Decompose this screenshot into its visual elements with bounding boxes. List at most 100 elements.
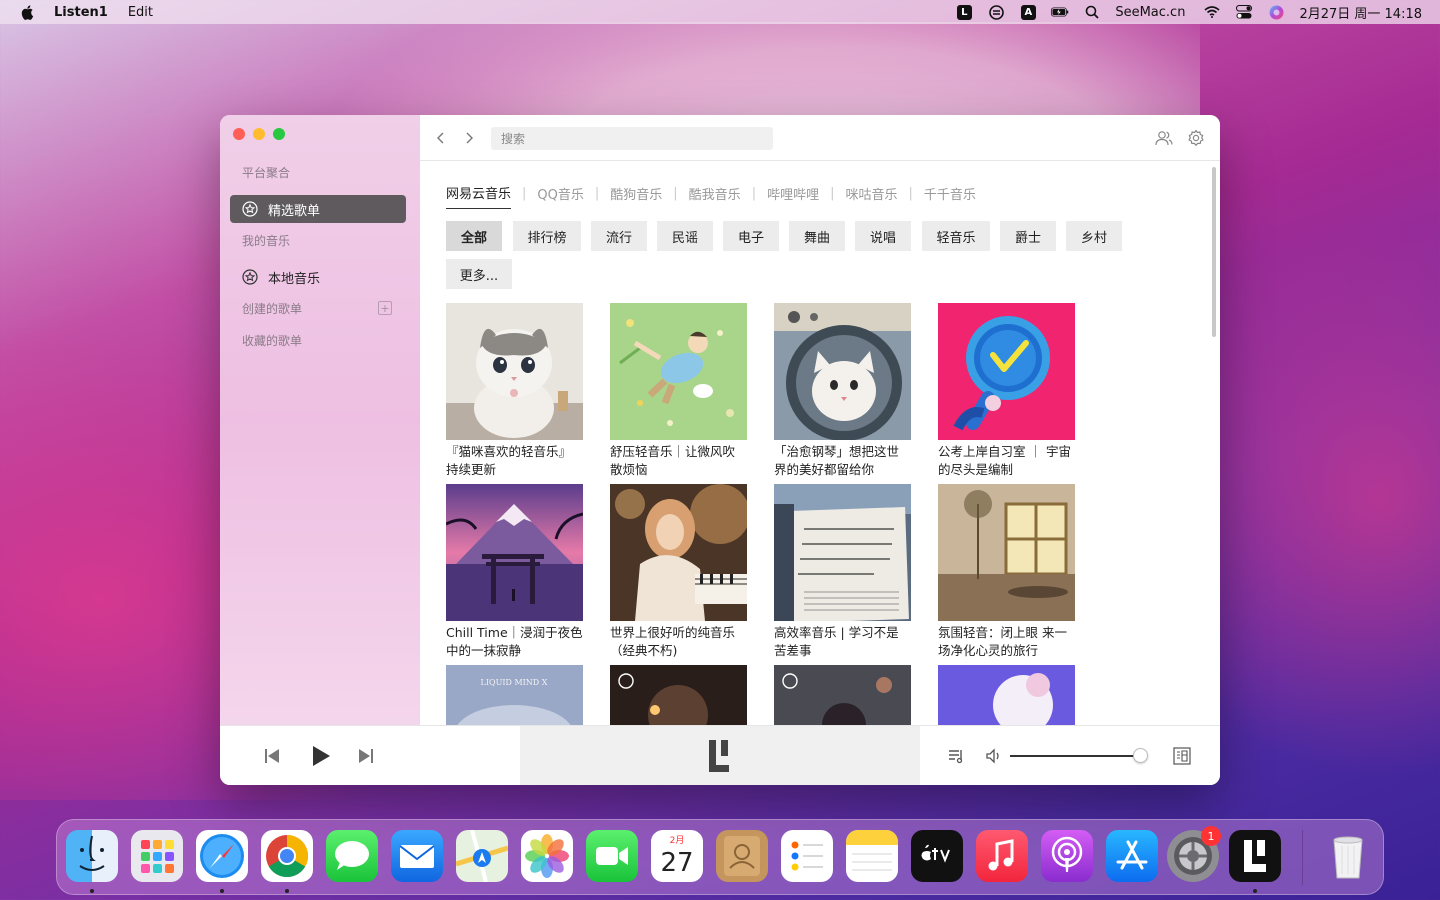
siri-icon[interactable] (1267, 4, 1285, 20)
playlist-cover[interactable] (938, 484, 1075, 621)
add-playlist-button[interactable]: + (378, 301, 392, 315)
running-indicator (1253, 889, 1257, 893)
volume-slider-knob[interactable] (1133, 748, 1148, 763)
playlist-card[interactable]: 高效率音乐 | 学习不是苦差事 (774, 484, 911, 660)
genre-all[interactable]: 全部 (446, 221, 502, 251)
search-input[interactable] (491, 127, 773, 150)
dock-trash[interactable] (1322, 830, 1374, 882)
dock-listen1[interactable] (1229, 830, 1281, 882)
dock-app-store[interactable] (1106, 830, 1158, 882)
listen1-status-icon[interactable]: L (955, 4, 973, 20)
dock-safari[interactable] (196, 830, 248, 882)
dock-launchpad[interactable] (131, 830, 183, 882)
playlist-card[interactable]: 「治愈钢琴」想把这世界的美好都留给你 (774, 303, 911, 479)
playlist-card[interactable]: 舒压轻音乐｜让微风吹散烦恼 (610, 303, 747, 479)
playlist-cover[interactable] (774, 484, 911, 621)
dock-maps[interactable] (456, 830, 508, 882)
dock-chrome[interactable] (261, 830, 313, 882)
battery-icon[interactable] (1051, 4, 1069, 20)
playlist-card[interactable]: 『猫咪喜欢的轻音乐』持续更新 (446, 303, 583, 479)
playlist-queue-icon[interactable] (946, 746, 966, 766)
volume-icon[interactable] (984, 746, 1004, 766)
now-playing-area[interactable] (520, 726, 920, 785)
back-button[interactable] (433, 129, 449, 147)
playlist-title[interactable]: 「治愈钢琴」想把这世界的美好都留给你 (774, 443, 911, 479)
zoom-window-button[interactable] (273, 128, 285, 140)
photos-icon (525, 834, 569, 878)
lyrics-icon[interactable] (1172, 746, 1192, 766)
window-controls (233, 128, 285, 140)
grammarly-status-icon[interactable] (987, 4, 1005, 20)
dock-tv[interactable] (911, 830, 963, 882)
sidebar-item-local-music[interactable]: 本地音乐 (230, 263, 406, 291)
tab-kugou[interactable]: 酷狗音乐 (610, 184, 662, 209)
forward-button[interactable] (461, 129, 477, 147)
dock-messages[interactable] (326, 830, 378, 882)
playlist-cover[interactable] (610, 484, 747, 621)
menu-edit[interactable]: Edit (128, 5, 153, 20)
genre-rap[interactable]: 说唱 (855, 221, 911, 251)
dock-facetime[interactable] (586, 830, 638, 882)
genre-country[interactable]: 乡村 (1066, 221, 1122, 251)
genre-charts[interactable]: 排行榜 (513, 221, 581, 251)
playlist-cover[interactable] (446, 303, 583, 440)
tab-qq[interactable]: QQ音乐 (537, 184, 583, 209)
playlist-title[interactable]: Chill Time｜浸润于夜色中的一抹寂静 (446, 624, 583, 660)
play-icon[interactable] (306, 742, 334, 770)
spotlight-search-icon[interactable] (1083, 4, 1101, 20)
playlist-title[interactable]: 氛围轻音：闭上眼 来一场净化心灵的旅行 (938, 624, 1075, 660)
control-center-icon[interactable] (1235, 4, 1253, 20)
input-source-icon[interactable]: A (1019, 4, 1037, 20)
scrollbar[interactable] (1212, 167, 1216, 337)
playlist-title[interactable]: 舒压轻音乐｜让微风吹散烦恼 (610, 443, 747, 479)
playlist-cover[interactable] (774, 303, 911, 440)
playlist-title[interactable]: 世界上很好听的纯音乐（经典不朽) (610, 624, 747, 660)
menu-clock[interactable]: 2月27日 周一 14:18 (1299, 3, 1422, 22)
dock-mail[interactable] (391, 830, 443, 882)
sidebar-item-label: 本地音乐 (268, 271, 321, 287)
volume-slider-track[interactable] (1010, 755, 1138, 757)
genre-light-music[interactable]: 轻音乐 (922, 221, 990, 251)
genre-electronic[interactable]: 电子 (723, 221, 779, 251)
playlist-cover[interactable] (938, 303, 1075, 440)
dock-music[interactable] (976, 830, 1028, 882)
dock-calendar[interactable]: 2月 27 (651, 830, 703, 882)
apple-icon[interactable] (20, 4, 36, 20)
genre-more[interactable]: 更多... (446, 259, 512, 289)
dock-finder[interactable] (66, 830, 118, 882)
dock-photos[interactable] (521, 830, 573, 882)
playlist-title[interactable]: 『猫咪喜欢的轻音乐』持续更新 (446, 443, 583, 479)
genre-folk[interactable]: 民谣 (657, 221, 713, 251)
playlist-title[interactable]: 高效率音乐 | 学习不是苦差事 (774, 624, 911, 660)
tab-separator: | (751, 185, 757, 201)
tab-kuwo[interactable]: 酷我音乐 (689, 184, 741, 209)
playlist-cover[interactable] (446, 484, 583, 621)
next-track-icon[interactable] (354, 744, 378, 768)
users-icon[interactable] (1154, 128, 1174, 148)
previous-track-icon[interactable] (260, 744, 284, 768)
wifi-icon[interactable] (1203, 4, 1221, 20)
playlist-card[interactable]: 世界上很好听的纯音乐（经典不朽) (610, 484, 747, 660)
playlist-card[interactable]: Chill Time｜浸润于夜色中的一抹寂静 (446, 484, 583, 660)
genre-pop[interactable]: 流行 (591, 221, 647, 251)
tab-bilibili[interactable]: 哔哩哔哩 (767, 184, 819, 209)
tab-migu[interactable]: 咪咕音乐 (845, 184, 897, 209)
dock-notes[interactable] (846, 830, 898, 882)
dock-reminders[interactable] (781, 830, 833, 882)
genre-jazz[interactable]: 爵士 (1000, 221, 1056, 251)
tab-netease[interactable]: 网易云音乐 (446, 183, 512, 209)
menu-app-name[interactable]: Listen1 (54, 5, 108, 20)
minimize-window-button[interactable] (253, 128, 265, 140)
genre-dance[interactable]: 舞曲 (789, 221, 845, 251)
playlist-card[interactable]: 公考上岸自习室 ｜ 宇宙的尽头是编制 (938, 303, 1075, 479)
tab-qianqian[interactable]: 千千音乐 (924, 184, 976, 209)
gear-icon[interactable] (1186, 128, 1206, 148)
close-window-button[interactable] (233, 128, 245, 140)
playlist-title[interactable]: 公考上岸自习室 ｜ 宇宙的尽头是编制 (938, 443, 1075, 479)
running-indicator (220, 889, 224, 893)
dock-contacts[interactable] (716, 830, 768, 882)
playlist-card[interactable]: 氛围轻音：闭上眼 来一场净化心灵的旅行 (938, 484, 1075, 660)
dock-podcasts[interactable] (1041, 830, 1093, 882)
playlist-cover[interactable] (610, 303, 747, 440)
sidebar-item-featured[interactable]: 精选歌单 (230, 195, 406, 223)
